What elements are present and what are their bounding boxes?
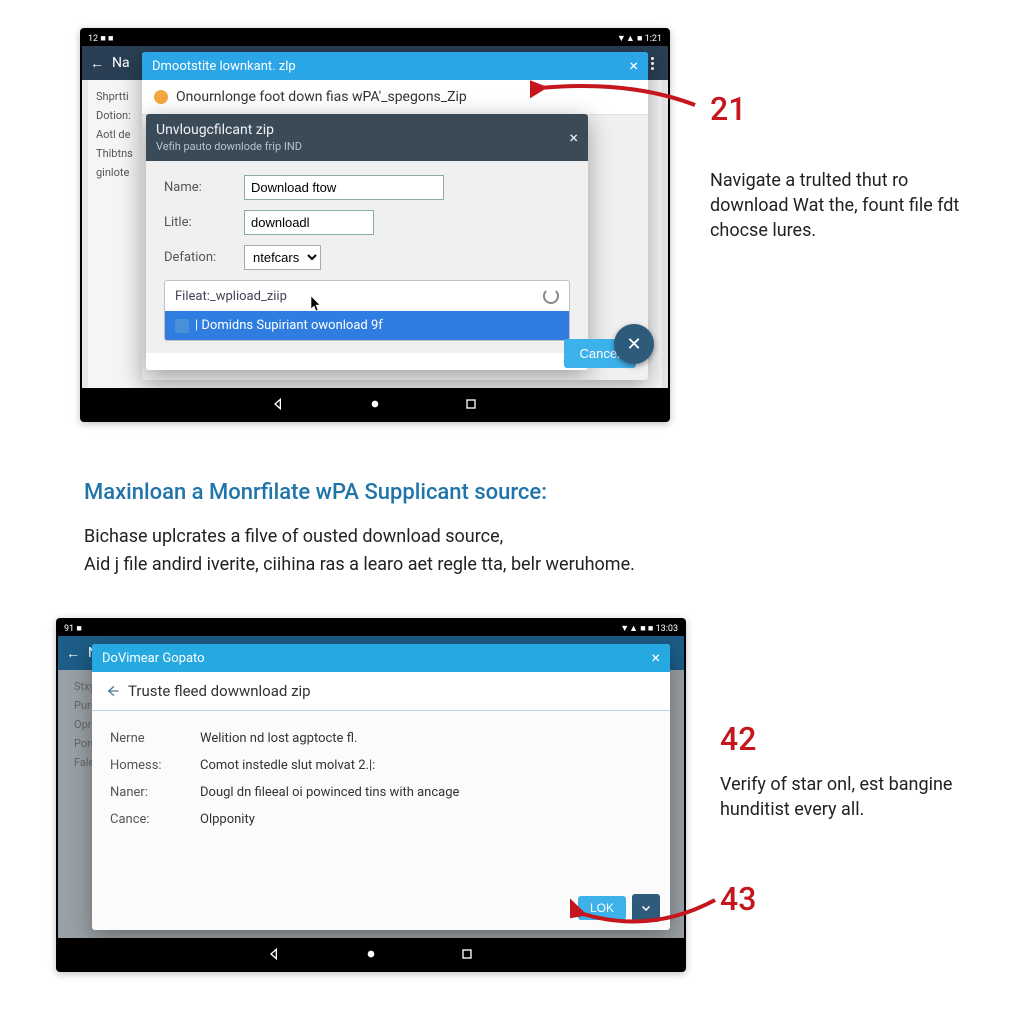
- back-icon[interactable]: ←: [90, 55, 104, 72]
- table-row: Naner:Dougl dn fileeal oi powinced tins …: [110, 779, 652, 806]
- statusbar-1: 12 ■ ■ ▼▲ ■ 1:21: [82, 30, 668, 46]
- nav-back-icon[interactable]: [267, 946, 283, 962]
- dialog2-header: Truste fleed dowwnload zip: [92, 672, 670, 711]
- dialog2-body: NerneWelition nd lost agptocte fl. Homes…: [92, 711, 670, 845]
- cursor-icon: [311, 296, 323, 312]
- step-number-43: 43: [720, 880, 756, 918]
- title-input[interactable]: [244, 210, 374, 235]
- android-navbar-1: [82, 388, 668, 420]
- appbar-title: Na: [112, 55, 130, 71]
- dialog2-table: NerneWelition nd lost agptocte fl. Homes…: [110, 725, 652, 833]
- dialog2-titlebar: DoVimear Gopato ×: [92, 644, 670, 672]
- inner-dialog-title: Unvlougcfilcant zip: [156, 122, 274, 138]
- nav-recent-icon[interactable]: [463, 396, 479, 412]
- middle-text-block: Maxinloan a Monrfilate wPA Supplicant so…: [84, 480, 864, 579]
- step-text: Verify of star onl, est bangine hunditis…: [720, 772, 1000, 822]
- close-x-icon: ✕: [626, 334, 641, 355]
- nav-back-icon[interactable]: [271, 396, 287, 412]
- outer-dialog: Dmootstite lownkant. zlp × Onournlonge f…: [142, 52, 648, 380]
- close-icon[interactable]: ×: [651, 650, 660, 666]
- nav-home-icon[interactable]: [367, 396, 383, 412]
- outer-dialog-title: Dmootstite lownkant. zlp: [152, 59, 296, 74]
- nav-home-icon[interactable]: [363, 946, 379, 962]
- annotation-step-21: 21 Navigate a trulted thut ro download W…: [710, 90, 990, 244]
- title-label: Litle:: [164, 215, 234, 230]
- file-item-selected[interactable]: | Domidns Supiriant owonload 9f: [165, 311, 569, 340]
- step-text: Navigate a trulted thut ro download Wat …: [710, 168, 990, 244]
- close-icon[interactable]: ×: [629, 58, 638, 74]
- fab-close[interactable]: ✕: [614, 324, 654, 364]
- tablet-frame-1: 12 ■ ■ ▼▲ ■ 1:21 ← Na Shprtti Dotion: Ao…: [80, 28, 670, 422]
- file-icon: [175, 319, 189, 333]
- back-arrow-icon[interactable]: [104, 683, 120, 699]
- status-right: ▼▲ ■ ■ 13:03: [620, 623, 678, 634]
- inner-dialog-subtitle: Vefih pauto downlode frip IND: [156, 140, 302, 153]
- android-navbar-2: [58, 938, 684, 970]
- inner-dialog-titlebar: Unvlougcfilcant zip Vefih pauto downlode…: [146, 114, 588, 161]
- inner-dialog-body: Name: Litle: Defation: ntefcars: [146, 161, 588, 353]
- section-paragraph: Bichase uplcrates a filve of ousted down…: [84, 523, 864, 579]
- step-number: 21: [710, 90, 990, 128]
- name-input[interactable]: [244, 175, 444, 200]
- table-row: Homess:Comot instedle slut molvat 2.|:: [110, 752, 652, 779]
- table-row: Cance:Olpponity: [110, 806, 652, 833]
- step-number: 42: [720, 720, 1000, 758]
- inner-dialog: Unvlougcfilcant zip Vefih pauto downlode…: [146, 114, 588, 370]
- close-icon[interactable]: ×: [569, 130, 578, 146]
- dialog-2: DoVimear Gopato × Truste fleed dowwnload…: [92, 644, 670, 930]
- tablet-frame-2: 91 ■ ▼▲ ■ ■ 13:03 ← N Stxy Purs Oprei Po…: [56, 618, 686, 972]
- name-label: Name:: [164, 180, 234, 195]
- defation-select[interactable]: ntefcars: [244, 245, 321, 270]
- outer-dialog-titlebar: Dmootstite lownkant. zlp ×: [142, 52, 648, 80]
- defation-label: Defation:: [164, 250, 234, 265]
- file-item-label: | Domidns Supiriant owonload 9f: [195, 318, 383, 333]
- file-list: Fileat:_wplioad_ziip | Domidns Supiriant…: [164, 280, 570, 341]
- dialog2-header-text: Truste fleed dowwnload zip: [128, 682, 311, 700]
- dialog2-title: DoVimear Gopato: [102, 651, 205, 666]
- status-left: 91 ■: [64, 623, 82, 634]
- nav-recent-icon[interactable]: [459, 946, 475, 962]
- warning-bullet-icon: [154, 90, 168, 104]
- chevron-down-button[interactable]: [632, 894, 660, 922]
- file-item-label: Fileat:_wplioad_ziip: [175, 289, 287, 304]
- status-right: ▼▲ ■ 1:21: [617, 33, 662, 44]
- table-row: NerneWelition nd lost agptocte fl.: [110, 725, 652, 752]
- back-icon[interactable]: ←: [66, 645, 80, 662]
- annotation-step-42: 42 Verify of star onl, est bangine hundi…: [720, 720, 1000, 822]
- chevron-down-icon: [640, 902, 652, 914]
- statusbar-2: 91 ■ ▼▲ ■ ■ 13:03: [58, 620, 684, 636]
- file-item[interactable]: Fileat:_wplioad_ziip: [165, 281, 569, 311]
- ok-button[interactable]: LOK: [578, 896, 626, 920]
- notice-bar: Onournlonge foot down fias wPA'_spegons_…: [142, 80, 648, 115]
- notice-text: Onournlonge foot down fias wPA'_spegons_…: [176, 89, 467, 105]
- status-left: 12 ■ ■: [88, 33, 113, 44]
- refresh-icon[interactable]: [543, 288, 559, 304]
- section-heading: Maxinloan a Monrfilate wPA Supplicant so…: [84, 480, 864, 505]
